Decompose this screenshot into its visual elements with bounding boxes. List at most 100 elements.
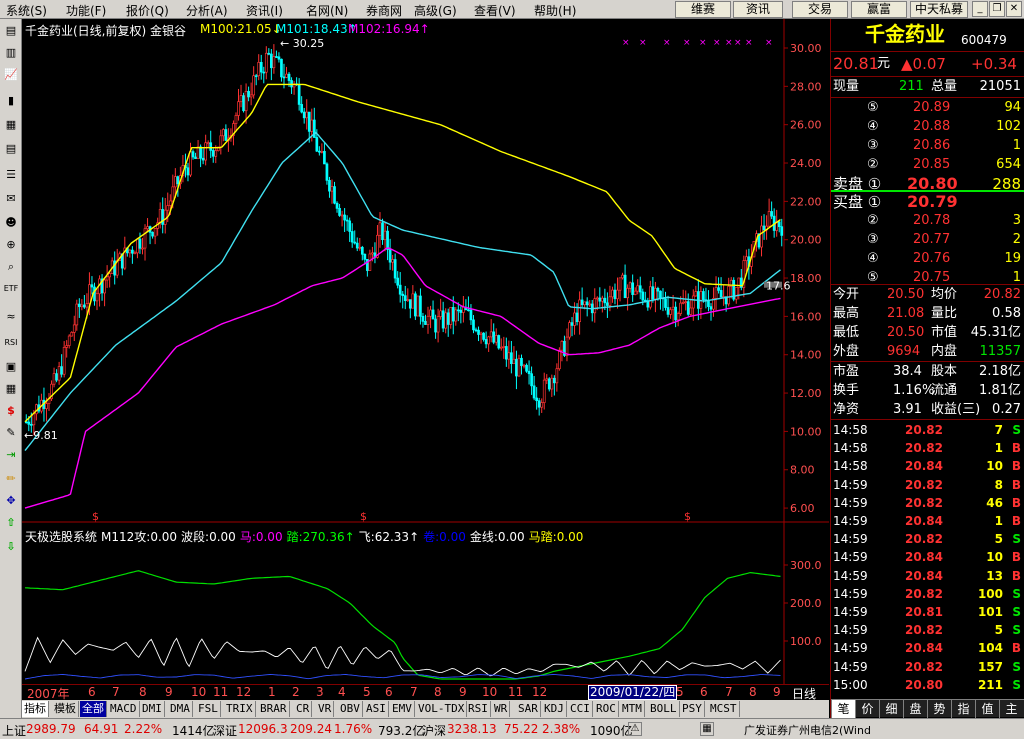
network-icon[interactable]: ▦ [700,722,714,736]
candle-body [618,277,622,291]
candle-body [494,335,498,343]
tab-mcst[interactable]: MCST [708,701,740,717]
panel-tab[interactable]: 细 [879,700,903,718]
tab-asi[interactable]: ASI [364,701,389,717]
menu-famous-sites[interactable]: 名网(N) [306,2,348,19]
close-icon[interactable]: ✕ [1006,1,1022,17]
calc-icon[interactable]: ▦ [3,381,19,397]
fund-icon[interactable]: ⊕ [3,237,19,253]
panel-tab[interactable]: 指 [951,700,975,718]
weisai-button[interactable]: 维赛 [675,1,731,18]
arrow-down-icon[interactable]: ⇩ [3,539,19,555]
rsi-icon[interactable]: RSI [3,335,19,351]
candle-body [608,296,612,306]
private-fund-button[interactable]: 中天私募 [910,1,968,18]
tab-obv[interactable]: OBV [338,701,363,717]
line-chart-icon[interactable]: 📈 [3,67,19,83]
tab-指标[interactable]: 指标 [22,701,49,717]
pencil-icon[interactable]: ✏ [3,471,19,487]
tab-sar[interactable]: SAR [516,701,541,717]
tab-emv[interactable]: EMV [390,701,415,717]
indicator-value: 马:0.00 [239,530,283,544]
panel-tab[interactable]: 盘 [903,700,927,718]
etf-icon[interactable]: ETF [3,281,19,297]
menu-broker-site[interactable]: 券商网 [366,2,402,19]
search-icon[interactable]: ⌕ [3,259,19,275]
tab-macd[interactable]: MACD [108,701,140,717]
tab-rsi[interactable]: RSI [466,701,491,717]
tab-vr[interactable]: VR [316,701,335,717]
panel-tab[interactable]: 价 [855,700,879,718]
bid-volume: 2 [1012,232,1021,247]
tab-wr[interactable]: WR [492,701,511,717]
alert-icon[interactable]: ⚠ [628,722,642,736]
panel-tab[interactable]: 笔 [831,700,855,718]
candle-body [45,403,48,409]
table-icon[interactable]: ▤ [3,141,19,157]
menu-function[interactable]: 功能(F) [66,2,106,19]
menu-system[interactable]: 系统(S) [6,2,47,19]
panel-tab[interactable]: 主 [999,700,1023,718]
dollar-icon[interactable]: $ [3,403,19,419]
candle-body [381,222,384,241]
tools-icon[interactable]: ✎ [3,425,19,441]
move-icon[interactable]: ✥ [3,493,19,509]
list-icon[interactable]: ☰ [3,167,19,183]
tab-trix[interactable]: TRIX [224,701,256,717]
tab-cci[interactable]: CCI [568,701,593,717]
wave-icon[interactable]: ≈ [3,309,19,325]
restore-icon[interactable]: ❐ [989,1,1005,17]
menu-quote[interactable]: 报价(Q) [126,2,169,19]
mail-icon[interactable]: ✉ [3,191,19,207]
quote-list-icon[interactable]: ▤ [3,23,19,39]
stat-value: 9694 [887,344,921,359]
menu-info[interactable]: 资讯(I) [246,2,283,19]
menu-advanced[interactable]: 高级(G) [414,2,457,19]
tab-kdj[interactable]: KDJ [542,701,567,717]
report-icon[interactable]: ▦ [3,117,19,133]
time-label: 3 [316,685,324,699]
info-button[interactable]: 资讯 [733,1,783,18]
tab-psy[interactable]: PSY [680,701,705,717]
candle-body [285,73,288,78]
candle-body [219,135,223,148]
tab-模板[interactable]: 模板 [52,701,79,717]
tab-boll[interactable]: BOLL [648,701,680,717]
kline-chart[interactable]: 30.00 28.00 26.00 24.00 22.00 20.00 18.00 16.00… [22,19,829,685]
tab-fsl[interactable]: FSL [196,701,221,717]
panel-tab[interactable]: 势 [927,700,951,718]
candle-body [674,306,677,321]
menu-view[interactable]: 查看(V) [474,2,516,19]
signal-marker: × [725,38,733,48]
tab-vol-tdx[interactable]: VOL-TDX [416,701,468,717]
tab-dmi[interactable]: DMI [140,701,165,717]
kline-icon[interactable]: ▮ [3,93,19,109]
enter-icon[interactable]: ⇥ [3,447,19,463]
sheet-icon[interactable]: ▣ [3,359,19,375]
tab-全部[interactable]: 全部 [80,701,107,717]
tab-cr[interactable]: CR [294,701,313,717]
candle-body [679,302,683,314]
candle-body [350,231,354,243]
menu-analysis[interactable]: 分析(A) [186,2,228,19]
tick-time: 14:59 [833,514,868,528]
tab-brar[interactable]: BRAR [258,701,290,717]
yingfu-button[interactable]: 赢富 [851,1,907,18]
tab-dma[interactable]: DMA [168,701,193,717]
tab-roc[interactable]: ROC [594,701,619,717]
tick-price: 20.81 [905,605,943,619]
arrow-up-icon[interactable]: ⇧ [3,515,19,531]
panel-tab[interactable]: 值 [975,700,999,718]
candle-body [307,111,311,132]
tab-mtm[interactable]: MTM [620,701,645,717]
time-label: 10 [191,685,207,699]
price-tick-label: 26.00 [790,119,822,132]
candle-body [318,150,321,153]
trade-button[interactable]: 交易 [792,1,848,18]
minimize-icon[interactable]: _ [972,1,988,17]
chart-canvas[interactable]: 30.00 28.00 26.00 24.00 22.00 20.00 18.00 16.00… [22,19,829,685]
candle-body [419,295,422,317]
users-icon[interactable]: ☻ [3,215,19,231]
menu-help[interactable]: 帮助(H) [534,2,576,19]
sector-list-icon[interactable]: ▥ [3,45,19,61]
